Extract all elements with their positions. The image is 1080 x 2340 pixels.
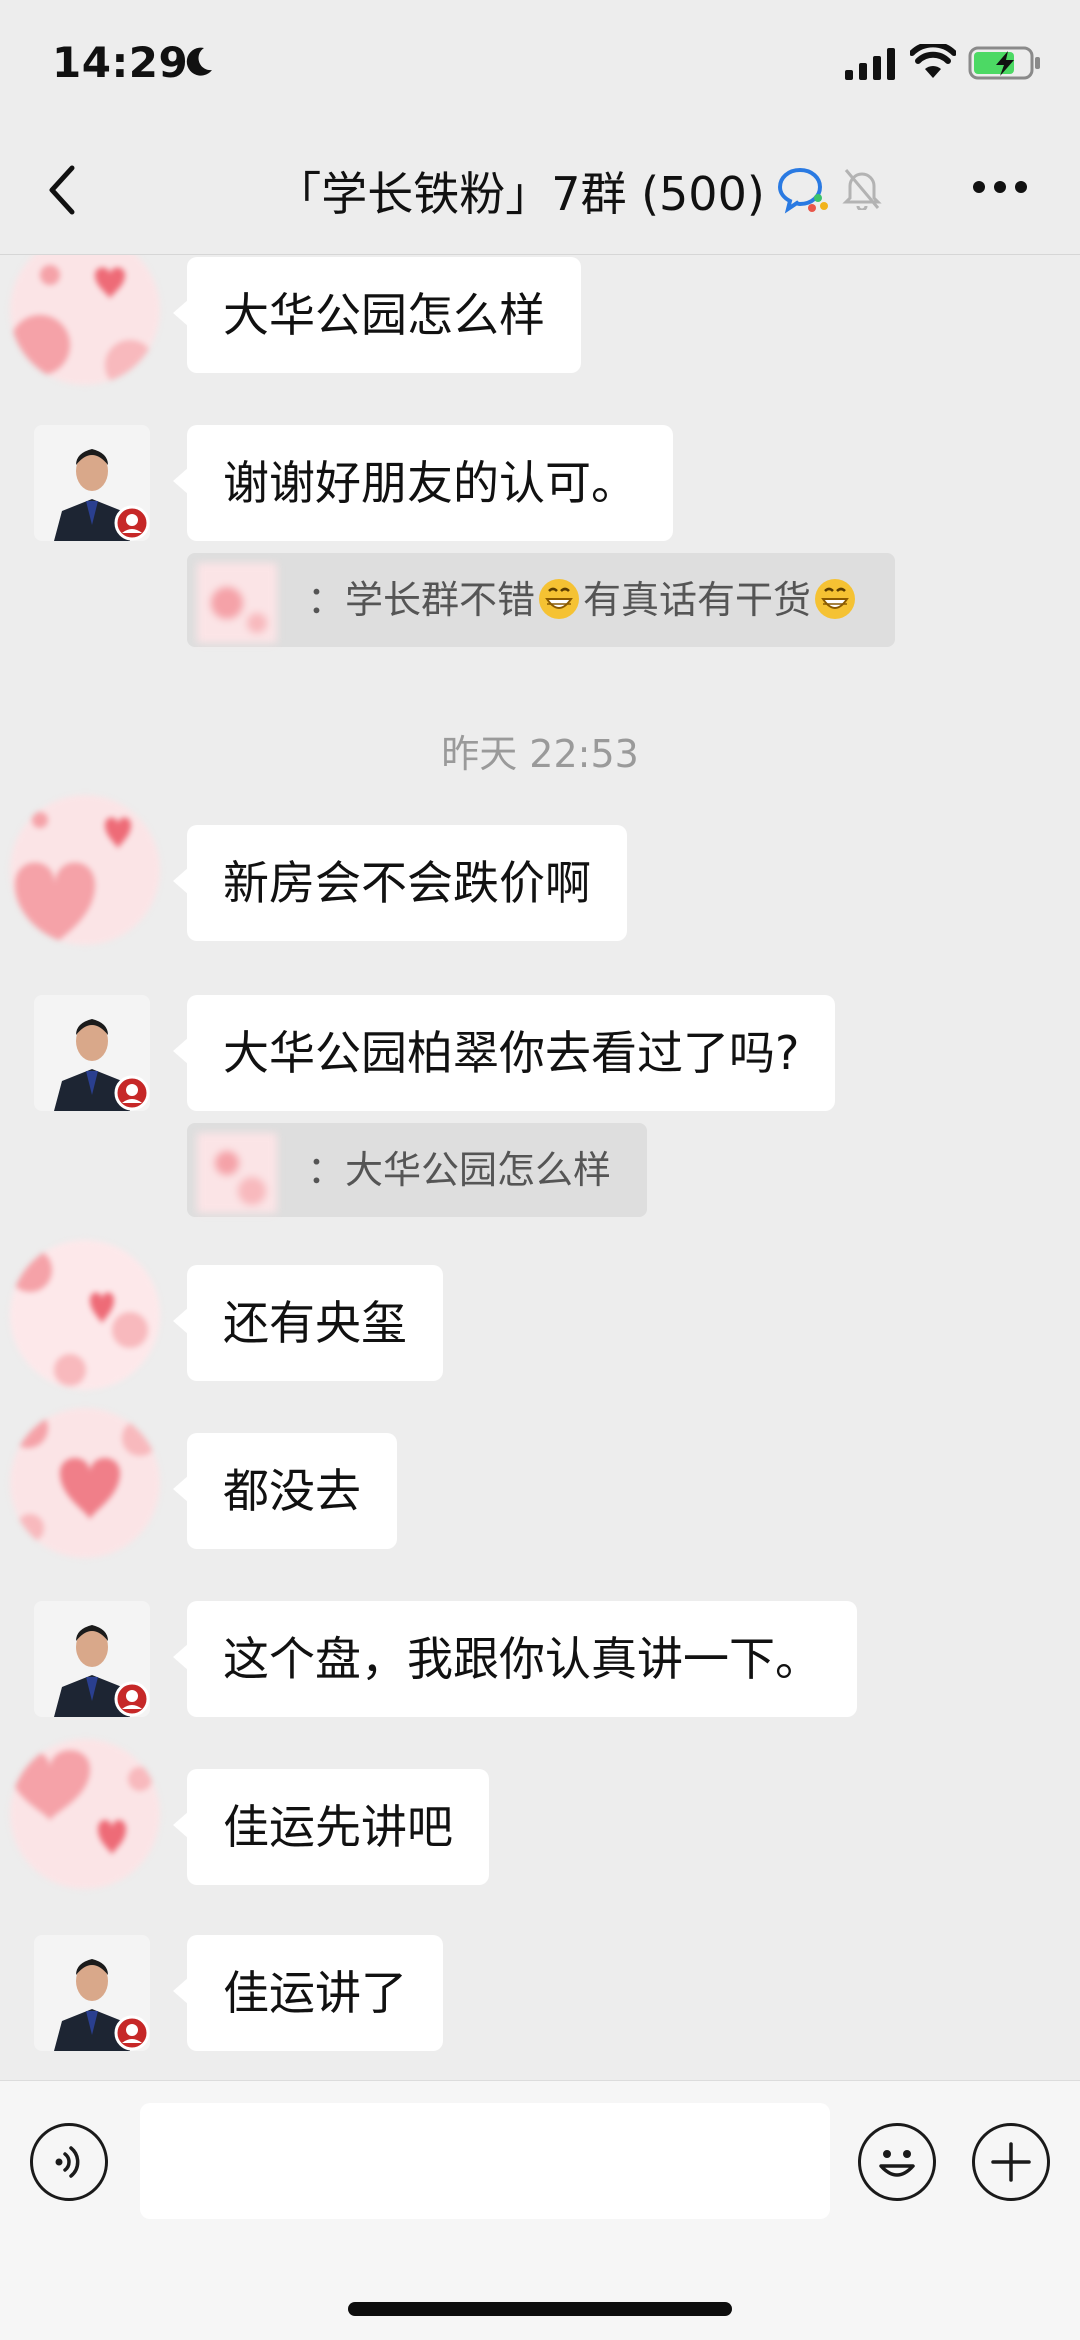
friend-avatar[interactable] [10,1739,160,1889]
agent-avatar[interactable] [34,425,150,541]
chat-title[interactable]: 「学长铁粉」7群 (500) [0,158,1080,224]
message-bubble[interactable]: 大华公园怎么样 [173,257,581,373]
voice-button[interactable] [30,2123,108,2201]
quote-text-middle: 有真话有干货 [583,578,812,622]
message-bubble[interactable]: 佳运先讲吧 [173,1769,489,1885]
plus-icon [991,2142,1031,2182]
message-bubble[interactable]: 佳运讲了 [173,1935,443,2051]
agent-photo-icon [34,1935,150,2051]
quote-text: ：大华公园怎么样 [307,1148,612,1192]
grinning-emoji-icon [539,578,580,619]
friend-avatar[interactable] [10,1408,160,1558]
agent-avatar[interactable] [34,1601,150,1717]
friend-avatar[interactable] [10,1240,160,1390]
battery-icon [968,46,1040,80]
time-divider: 昨天 22:53 [441,732,639,776]
status-bar: 14:29 [0,0,1080,120]
input-bar [0,2080,1080,2340]
quote-text-prefix: ：学长群不错 [307,578,536,622]
quoted-message[interactable]: ：大华公园怎么样 [187,1123,648,1217]
more-icon[interactable] [972,180,1028,194]
signal-icon [845,48,895,80]
nav-bar: 「学长铁粉」7群 (500) [0,120,1080,255]
message-bubble[interactable]: 谢谢好朋友的认可。 [173,425,673,541]
message-list[interactable]: 大华公园怎么样 谢谢好朋友的认可。 ：学长群不错 有真话有干货 昨天 22:53 [0,255,1080,2080]
friend-avatar[interactable] [10,255,160,385]
grinning-emoji-icon [815,578,856,619]
heart-pattern-icon [10,1240,160,1390]
message-bubble[interactable]: 新房会不会跌价啊 [173,825,627,941]
heart-pattern-icon [10,1408,160,1558]
group-chat-badge-icon [778,167,828,214]
friend-avatar[interactable] [10,795,160,945]
heart-pattern-icon [10,795,160,945]
moon-icon [186,47,212,76]
message-bubble[interactable]: 都没去 [173,1433,397,1549]
quoted-avatar [197,1133,277,1213]
wifi-icon [910,44,956,78]
message-input[interactable] [140,2103,830,2219]
home-indicator[interactable] [348,2302,732,2316]
status-time: 14:29 [52,38,189,87]
voice-icon [55,2146,80,2178]
agent-avatar[interactable] [34,1935,150,2051]
message-bubble[interactable]: 大华公园柏翠你去看过了吗? [172,995,836,1111]
emoji-button[interactable] [858,2123,936,2201]
quoted-avatar [197,563,277,643]
agent-photo-icon [34,425,150,541]
message-bubble[interactable]: 还有央玺 [173,1265,443,1381]
message-bubble[interactable]: 这个盘，我跟你认真讲一下。 [173,1601,857,1717]
agent-photo-icon [34,995,150,1111]
agent-avatar[interactable] [34,995,150,1111]
more-actions-button[interactable] [972,2123,1050,2201]
heart-pattern-icon [10,255,160,385]
quoted-message[interactable]: ：学长群不错 有真话有干货 [187,553,896,647]
agent-photo-icon [34,1601,150,1717]
smiley-icon [879,2150,915,2177]
mute-icon [842,169,882,210]
heart-pattern-icon [10,1739,160,1889]
